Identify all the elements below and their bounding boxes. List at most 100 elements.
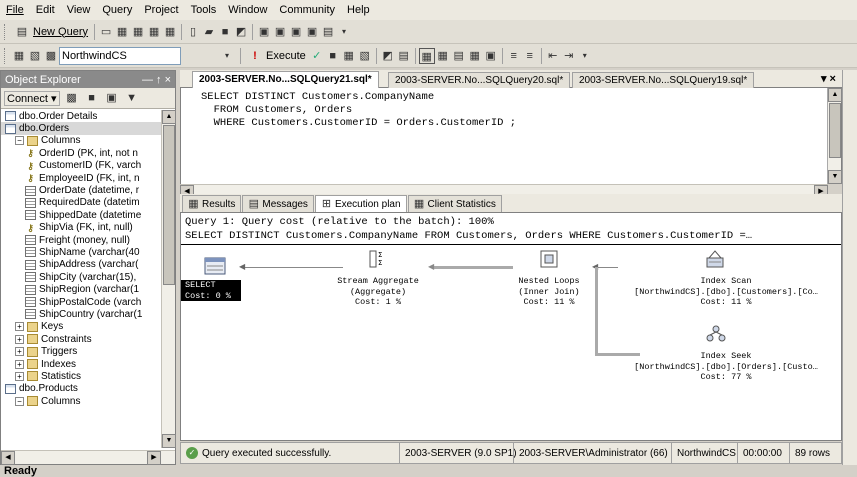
properties-side-strip[interactable] (842, 70, 857, 465)
expand-icon[interactable]: + (15, 347, 24, 357)
tab-messages[interactable]: ▤ Messages (242, 195, 314, 212)
tree-item[interactable]: ShipRegion (varchar(1 (1, 283, 161, 295)
menu-view[interactable]: View (67, 4, 91, 16)
change-connection-icon[interactable]: ▩ (43, 48, 59, 64)
decrease-indent-icon[interactable]: ⇤ (545, 48, 561, 64)
tree-horizontal-scrollbar[interactable]: ◀ ▶ (1, 450, 175, 465)
scroll-up-icon[interactable]: ▲ (828, 88, 842, 102)
refresh-icon[interactable]: ▣ (104, 90, 120, 106)
tree-item[interactable]: + Constraints (1, 333, 161, 345)
tree-item[interactable]: OrderDate (datetime, r (1, 184, 161, 196)
tree-item[interactable]: + Triggers (1, 345, 161, 357)
menu-edit[interactable]: Edit (36, 4, 55, 16)
tree-item[interactable]: − Columns (1, 395, 161, 407)
tab-results[interactable]: ▦ Results (182, 195, 242, 212)
query-editor[interactable]: SELECT DISTINCT Customers.CompanyName FR… (180, 88, 842, 184)
cancel-query-icon[interactable]: ■ (325, 48, 341, 64)
display-estimated-plan-icon[interactable]: ▦ (341, 48, 357, 64)
connect-icon[interactable]: ▩ (64, 90, 80, 106)
disconnect-icon[interactable]: ■ (84, 90, 100, 106)
doc-tab-sqlquery21[interactable]: 2003-SERVER.No...SQLQuery21.sql* (192, 71, 379, 89)
tree-item[interactable]: RequiredDate (datetim (1, 197, 161, 209)
tree-item[interactable]: dbo.Orders (1, 122, 161, 135)
specify-values-icon[interactable]: ▤ (396, 48, 412, 64)
index-seek-label[interactable]: Index Seek [NorthwindCS].[dbo].[Orders].… (621, 351, 831, 383)
uncomment-icon[interactable]: ≡ (522, 48, 538, 64)
tree-vertical-scrollbar[interactable]: ▲ ▼ (161, 110, 176, 448)
tab-execution-plan[interactable]: ⊞ Execution plan (314, 195, 407, 212)
object-explorer-icon[interactable]: ▣ (272, 24, 288, 40)
stream-aggregate-icon[interactable]: ΣΣ (366, 249, 388, 269)
registered-servers-icon[interactable]: ▣ (256, 24, 272, 40)
tree-item[interactable]: ShipName (varchar(40 (1, 246, 161, 258)
menu-project[interactable]: Project (144, 4, 178, 16)
select-operator-icon[interactable] (204, 256, 226, 276)
analysis-query-icon[interactable]: ▦ (114, 24, 130, 40)
expand-icon[interactable]: + (15, 322, 24, 332)
save-all-icon[interactable]: ◩ (233, 24, 249, 40)
query-options-icon[interactable]: ▧ (357, 48, 373, 64)
save-icon[interactable]: ■ (217, 24, 233, 40)
tree-item[interactable]: ShipCountry (varchar(1 (1, 308, 161, 320)
expand-icon[interactable]: + (15, 359, 24, 369)
connect-button[interactable]: Connect ▾ (4, 90, 60, 106)
database-engine-query-icon[interactable]: ▭ (98, 24, 114, 40)
new-query-button[interactable]: ▤ New Query (11, 23, 91, 41)
tree-item[interactable]: ⚷ ShipVia (FK, int, null) (1, 222, 161, 234)
tree-item[interactable]: ⚷ OrderID (PK, int, not n (1, 147, 161, 159)
doc-tab-sqlquery19[interactable]: 2003-SERVER.No...SQLQuery19.sql* (572, 72, 755, 88)
tree-item[interactable]: dbo.Order Details (1, 110, 161, 122)
results-to-file-icon[interactable]: ▣ (483, 48, 499, 64)
tab-list-close-icon[interactable]: ▾ × (821, 72, 836, 85)
menu-community[interactable]: Community (279, 4, 335, 16)
nested-loops-label[interactable]: Nested Loops (Inner Join) Cost: 11 % (497, 276, 601, 308)
include-client-statistics-icon[interactable]: ▦ (435, 48, 451, 64)
scroll-thumb[interactable] (829, 103, 841, 158)
toolbar-options-icon[interactable]: ▾ (336, 24, 352, 40)
template-explorer-icon[interactable]: ▣ (288, 24, 304, 40)
results-to-grid-icon[interactable]: ▦ (467, 48, 483, 64)
tree-item[interactable]: Freight (money, null) (1, 234, 161, 246)
doc-tab-sqlquery20[interactable]: 2003-SERVER.No...SQLQuery20.sql* (388, 72, 571, 88)
nested-loops-icon[interactable] (538, 249, 560, 269)
tree-item[interactable]: + Keys (1, 321, 161, 333)
index-scan-label[interactable]: Index Scan [NorthwindCS].[dbo].[Customer… (621, 276, 831, 308)
tree-item[interactable]: ShipPostalCode (varch (1, 296, 161, 308)
open-file-icon[interactable]: ▰ (201, 24, 217, 40)
database-dropdown-arrow[interactable]: ▾ (223, 47, 237, 65)
expand-icon[interactable]: + (15, 371, 24, 381)
results-to-text-icon[interactable]: ▤ (451, 48, 467, 64)
menu-help[interactable]: Help (347, 4, 370, 16)
query-text[interactable]: SELECT DISTINCT Customers.CompanyName FR… (201, 91, 516, 130)
select-node-label[interactable]: SELECT Cost: 0 % (181, 280, 241, 301)
stream-aggregate-label[interactable]: Stream Aggregate (Aggregate) Cost: 1 % (321, 276, 435, 308)
dmx-query-icon[interactable]: ▦ (146, 24, 162, 40)
scroll-down-icon[interactable]: ▼ (828, 170, 842, 184)
scroll-right-icon[interactable]: ▶ (147, 451, 161, 465)
tree-item[interactable]: ⚷ EmployeeID (FK, int, n (1, 172, 161, 184)
tree-item[interactable]: ShipAddress (varchar( (1, 259, 161, 271)
disconnect-icon[interactable]: ▧ (27, 48, 43, 64)
scroll-down-icon[interactable]: ▼ (162, 434, 176, 448)
editor-vertical-scrollbar[interactable]: ▲ ▼ (827, 88, 842, 184)
tree-item[interactable]: + Indexes (1, 358, 161, 370)
properties-icon[interactable]: ▣ (304, 24, 320, 40)
scroll-left-icon[interactable]: ◀ (1, 451, 15, 465)
collapse-icon[interactable]: − (15, 396, 24, 406)
xmla-query-icon[interactable]: ▦ (162, 24, 178, 40)
menu-window[interactable]: Window (228, 4, 267, 16)
menu-query[interactable]: Query (102, 4, 132, 16)
database-select[interactable]: NorthwindCS (59, 46, 181, 65)
tree-item[interactable]: − Columns (1, 135, 161, 147)
tree-item[interactable]: ShipCity (varchar(15), (1, 271, 161, 283)
panel-pin-close-icon[interactable]: — ↑ × (142, 74, 171, 86)
index-scan-icon[interactable] (705, 249, 727, 269)
tree-item[interactable]: dbo.Products (1, 383, 161, 395)
menu-tools[interactable]: Tools (191, 4, 217, 16)
scroll-up-icon[interactable]: ▲ (162, 110, 176, 124)
menu-file[interactable]: File (6, 4, 24, 16)
tree-item[interactable]: + Statistics (1, 370, 161, 382)
design-query-icon[interactable]: ◩ (380, 48, 396, 64)
toolbox-icon[interactable]: ▤ (320, 24, 336, 40)
parse-icon[interactable]: ✓ (309, 48, 325, 64)
